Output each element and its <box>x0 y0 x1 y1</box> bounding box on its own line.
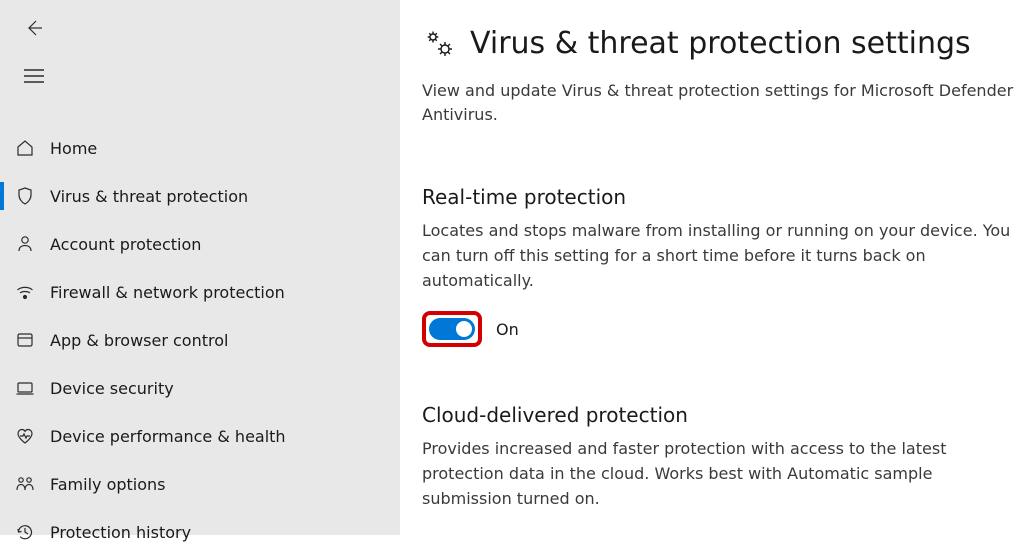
sidebar-item-label: Device security <box>50 379 174 398</box>
device-security-icon <box>14 377 36 399</box>
sidebar-item-label: Protection history <box>50 523 191 542</box>
page-title: Virus & threat protection settings <box>470 26 971 61</box>
sidebar-nav: Home Virus & threat protection Account p… <box>0 124 400 556</box>
back-button[interactable] <box>18 14 50 46</box>
sidebar-item-app-browser-control[interactable]: App & browser control <box>0 316 400 364</box>
person-icon <box>14 233 36 255</box>
sidebar-item-label: Family options <box>50 475 166 494</box>
section-title: Cloud-delivered protection <box>422 403 1014 427</box>
toggle-highlight <box>422 311 482 347</box>
sidebar: Home Virus & threat protection Account p… <box>0 0 400 535</box>
main-content: Virus & threat protection settings View … <box>400 0 1024 535</box>
sidebar-item-label: App & browser control <box>50 331 228 350</box>
section-cloud-delivered-protection: Cloud-delivered protection Provides incr… <box>422 403 1014 511</box>
toggle-row: On <box>422 311 1014 347</box>
section-realtime-protection: Real-time protection Locates and stops m… <box>422 185 1014 347</box>
section-description: Locates and stops malware from installin… <box>422 219 1014 293</box>
sidebar-item-label: Account protection <box>50 235 201 254</box>
heart-pulse-icon <box>14 425 36 447</box>
sidebar-top-controls <box>0 14 400 124</box>
sidebar-item-label: Firewall & network protection <box>50 283 285 302</box>
toggle-thumb <box>456 321 472 337</box>
app-browser-icon <box>14 329 36 351</box>
toggle-state-label: On <box>496 320 519 339</box>
page-title-row: Virus & threat protection settings <box>422 26 1014 61</box>
shield-icon <box>14 185 36 207</box>
page-subtitle: View and update Virus & threat protectio… <box>422 79 1014 127</box>
sidebar-item-label: Virus & threat protection <box>50 187 248 206</box>
sidebar-item-device-security[interactable]: Device security <box>0 364 400 412</box>
history-icon <box>14 521 36 543</box>
sidebar-item-account-protection[interactable]: Account protection <box>0 220 400 268</box>
sidebar-item-virus-threat-protection[interactable]: Virus & threat protection <box>0 172 400 220</box>
realtime-protection-toggle[interactable] <box>429 318 475 340</box>
family-icon <box>14 473 36 495</box>
network-icon <box>14 281 36 303</box>
arrow-left-icon <box>24 18 44 42</box>
hamburger-icon <box>24 69 44 87</box>
sidebar-item-family-options[interactable]: Family options <box>0 460 400 508</box>
sidebar-item-label: Device performance & health <box>50 427 286 446</box>
section-description: Provides increased and faster protection… <box>422 437 1014 511</box>
sidebar-item-device-performance-health[interactable]: Device performance & health <box>0 412 400 460</box>
hamburger-menu-button[interactable] <box>18 62 50 94</box>
sidebar-item-protection-history[interactable]: Protection history <box>0 508 400 556</box>
home-icon <box>14 137 36 159</box>
section-title: Real-time protection <box>422 185 1014 209</box>
sidebar-item-label: Home <box>50 139 97 158</box>
sidebar-item-firewall-network[interactable]: Firewall & network protection <box>0 268 400 316</box>
sidebar-item-home[interactable]: Home <box>0 124 400 172</box>
gears-icon <box>422 27 456 61</box>
